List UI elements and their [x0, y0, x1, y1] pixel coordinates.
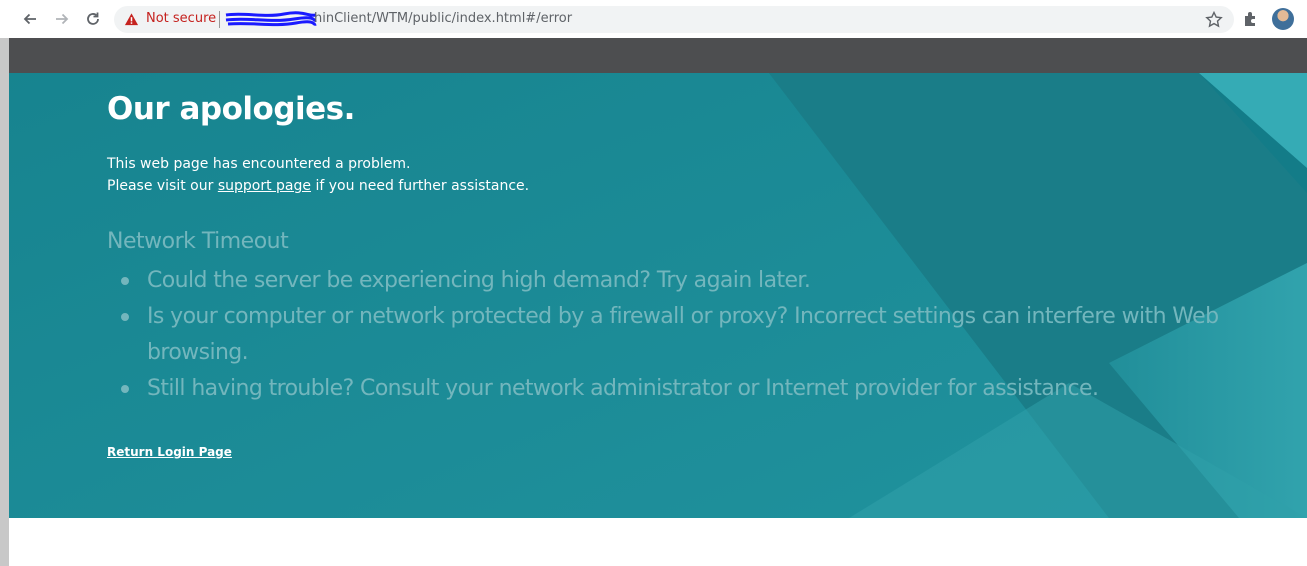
browser-toolbar: Not secure hinClient/WTM/public/index.ht… [0, 0, 1307, 38]
profile-avatar[interactable] [1272, 8, 1294, 30]
list-item-text: Still having trouble? Consult your netwo… [147, 376, 1099, 401]
forward-button[interactable] [52, 9, 72, 29]
bullet-icon [121, 277, 129, 285]
error-message: This web page has encountered a problem. [107, 156, 411, 172]
back-button[interactable] [20, 9, 40, 29]
support-message-prefix: Please visit our [107, 178, 218, 194]
url-divider [219, 11, 220, 28]
troubleshooting-list: Could the server be experiencing high de… [117, 263, 1307, 407]
bookmark-star-icon[interactable] [1204, 10, 1224, 30]
support-message-suffix: if you need further assistance. [311, 178, 530, 194]
return-login-link[interactable]: Return Login Page [107, 445, 232, 459]
redaction-scribble [225, 11, 317, 27]
error-panel: Our apologies. This web page has encount… [9, 73, 1307, 518]
support-page-link[interactable]: support page [218, 178, 311, 194]
page-title: Our apologies. [107, 91, 355, 127]
extensions-icon[interactable] [1242, 10, 1260, 28]
list-item-text: Is your computer or network protected by… [147, 304, 1219, 365]
address-bar[interactable]: Not secure hinClient/WTM/public/index.ht… [114, 6, 1234, 33]
url-text[interactable]: hinClient/WTM/public/index.html#/error [314, 11, 572, 26]
list-item: Still having trouble? Consult your netwo… [117, 371, 1307, 407]
app-header-bar [9, 38, 1307, 73]
arrow-left-icon [23, 13, 36, 25]
arrow-right-icon [56, 13, 69, 25]
support-message: Please visit our support page if you nee… [107, 178, 529, 194]
reload-icon [87, 12, 99, 25]
warning-icon [124, 13, 139, 26]
list-item: Is your computer or network protected by… [117, 299, 1307, 371]
reload-button[interactable] [83, 9, 103, 29]
list-item-text: Could the server be experiencing high de… [147, 268, 811, 293]
error-type-heading: Network Timeout [107, 229, 289, 254]
bullet-icon [121, 385, 129, 393]
security-label[interactable]: Not secure [146, 11, 216, 26]
list-item: Could the server be experiencing high de… [117, 263, 1307, 299]
bullet-icon [121, 313, 129, 321]
window-edge [0, 0, 9, 566]
